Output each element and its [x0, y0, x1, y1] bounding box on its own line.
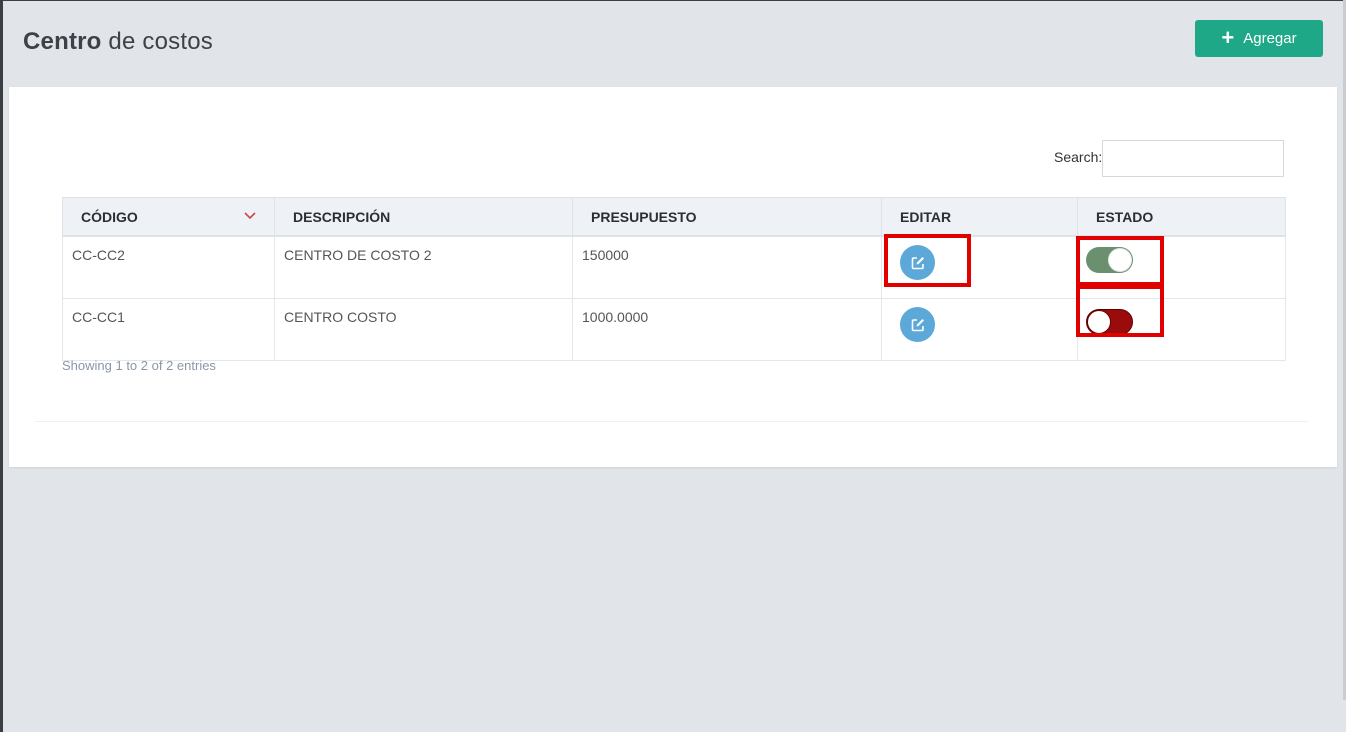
add-button[interactable]: + Agregar: [1195, 20, 1323, 57]
column-header-descripcion[interactable]: DESCRIPCIÓN: [274, 197, 573, 237]
cell-estado: [1077, 298, 1286, 361]
cell-editar: [881, 298, 1078, 361]
table-header-row: CÓDIGO DESCRIPCIÓN PRESUPUESTO EDITAR ES…: [62, 197, 1286, 237]
cell-editar: [881, 235, 1078, 299]
page-title-strong: Centro: [23, 28, 102, 55]
cell-descripcion: CENTRO DE COSTO 2: [274, 235, 573, 299]
search-label: Search:: [1054, 149, 1103, 165]
add-button-label: Agregar: [1243, 30, 1297, 47]
plus-icon: +: [1221, 24, 1235, 50]
cell-codigo: CC-CC1: [62, 298, 275, 361]
window-left-edge: [0, 0, 3, 732]
column-header-presupuesto[interactable]: PRESUPUESTO: [572, 197, 882, 237]
column-header-editar[interactable]: EDITAR: [881, 197, 1078, 237]
cell-descripcion: CENTRO COSTO: [274, 298, 573, 361]
panel-divider: [35, 421, 1308, 422]
toggle-knob: [1108, 248, 1132, 272]
content-panel: Search: CÓDIGO DESCRIPCIÓN PRESUPUESTO E…: [9, 87, 1337, 467]
table-row: CC-CC2 CENTRO DE COSTO 2 150000: [62, 235, 1286, 299]
column-header-codigo[interactable]: CÓDIGO: [62, 197, 275, 237]
window-top-edge: [0, 0, 1346, 1]
status-toggle-on[interactable]: [1086, 247, 1133, 273]
table-info: Showing 1 to 2 of 2 entries: [62, 358, 216, 373]
cell-presupuesto: 150000: [572, 235, 882, 299]
page-title: Centro de costos: [23, 28, 213, 56]
column-header-estado[interactable]: ESTADO: [1077, 197, 1286, 237]
cell-codigo: CC-CC2: [62, 235, 275, 299]
cell-estado: [1077, 235, 1286, 299]
status-toggle-off[interactable]: [1086, 309, 1133, 335]
edit-icon: [911, 256, 924, 269]
search-input[interactable]: [1102, 140, 1284, 177]
cost-center-table: CÓDIGO DESCRIPCIÓN PRESUPUESTO EDITAR ES…: [62, 197, 1286, 361]
column-header-codigo-label: CÓDIGO: [81, 208, 138, 225]
toggle-knob: [1087, 310, 1111, 334]
edit-icon: [911, 318, 924, 331]
page-title-light: de costos: [108, 28, 213, 55]
cell-presupuesto: 1000.0000: [572, 298, 882, 361]
table-row: CC-CC1 CENTRO COSTO 1000.0000: [62, 298, 1286, 361]
edit-button[interactable]: [900, 245, 935, 280]
chevron-down-icon[interactable]: [244, 212, 256, 220]
edit-button[interactable]: [900, 307, 935, 342]
